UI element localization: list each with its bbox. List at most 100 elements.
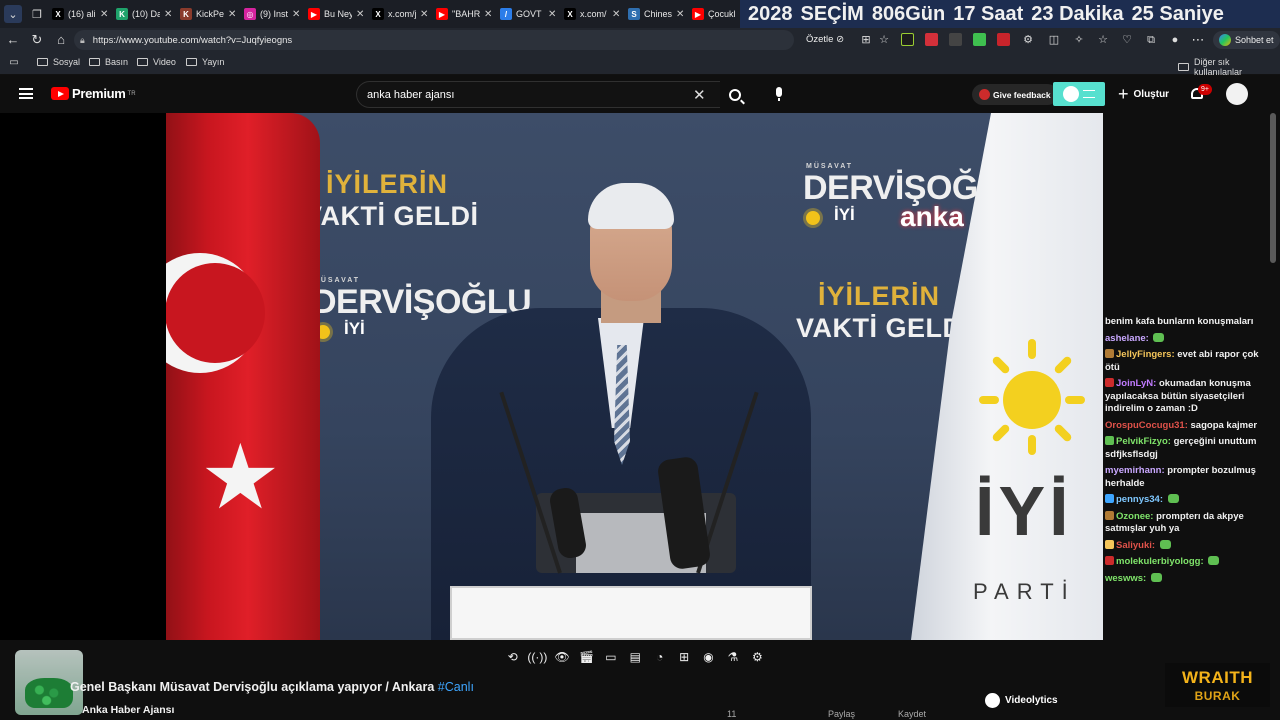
tab-close-icon[interactable]: ✕ [676,9,684,20]
collections-icon[interactable]: ⧉ [1143,32,1159,48]
chat-username[interactable]: molekulerbiyologg: [1116,556,1204,567]
tab-close-icon[interactable]: ✕ [612,9,620,20]
lab-icon[interactable]: ⚗ [725,650,740,664]
profile-avatar-icon[interactable]: ● [1167,32,1183,48]
star-icon[interactable]: ☆ [876,32,892,48]
tab-close-icon[interactable]: ✕ [548,9,556,20]
extension-toggle[interactable] [1053,82,1105,106]
audio-wave-icon[interactable]: ((·)) [527,650,547,664]
browser-tab[interactable]: ◎ (9) Inst ✕ [244,4,300,24]
picture-in-picture-icon[interactable]: ⊞ [676,650,691,664]
chat-username[interactable]: PelvikFizyo: [1116,436,1171,447]
extension-2-icon[interactable] [925,33,938,46]
summarize-button[interactable]: Özetle ⊘ [806,34,844,45]
crop-icon[interactable]: ▭ [603,650,618,664]
video-player[interactable]: İYİLERİN VAKTİ GELDİ MÜSAVAT DERVİŞOĞLU … [166,113,1103,640]
videolytics-button[interactable]: Videolytics [985,693,1058,708]
voice-search-icon[interactable] [772,87,786,103]
browser-tab[interactable]: Xx.com/j ✕ [372,4,428,24]
backdrop-iyi: İYİ [344,319,365,338]
browser-tab[interactable]: S Chines ✕ [628,4,684,24]
youtube-logo[interactable]: Premium TR [51,86,136,101]
clear-search-icon[interactable]: ✕ [693,86,706,104]
create-button[interactable]: + Oluştur [1118,85,1170,103]
menu-icon[interactable] [19,88,33,99]
browser-tab[interactable]: ▶ Bu Ney ✕ [308,4,364,24]
search-button[interactable] [720,81,750,108]
browser-tab[interactable]: K KickPe ✕ [180,4,236,24]
collections-toggle-icon[interactable]: ▭ [6,55,22,71]
account-avatar[interactable] [1226,83,1248,105]
chat-username[interactable]: JoinLyN: [1116,378,1156,389]
browser-tab[interactable]: / GOVT ✕ [500,4,556,24]
theater-icon[interactable]: ▤ [628,650,643,664]
tab-favicon-icon: K [180,8,192,20]
favorites-icon[interactable]: ☆ [1095,32,1111,48]
extension-3-icon[interactable] [949,33,962,46]
extension-4-icon[interactable] [973,33,986,46]
tab-close-icon[interactable]: ✕ [420,9,428,20]
chat-username[interactable]: Saliyuki: [1116,540,1155,551]
speed-icon[interactable]: ◔ [652,650,667,664]
tab-close-icon[interactable]: ✕ [100,9,108,20]
bookmark-folder-yayin[interactable]: Yayın [186,57,224,67]
workspaces-icon[interactable]: ❐ [28,5,46,23]
bookmark-folder-basin[interactable]: Basın [89,57,128,67]
chat-username[interactable]: Ozonee: [1116,511,1153,522]
browser-tab[interactable]: Xx.com/ ✕ [564,4,620,24]
page-scrollbar[interactable] [1270,113,1276,263]
chat-username[interactable]: JellyFingers: [1116,349,1175,360]
notification-count-badge: 9+ [1198,84,1212,95]
reader-icon[interactable]: ⊞ [858,32,874,48]
browser-tab[interactable]: ▶ "BAHR ✕ [436,4,492,24]
extensions-icon[interactable]: ⚙ [1020,32,1036,48]
share-button[interactable]: Paylaş [828,709,855,719]
copilot-chat-button[interactable]: Sohbet et [1213,31,1280,49]
loop-icon[interactable]: ⟲ [505,650,520,664]
chat-badge-icon [1105,556,1114,565]
chat-username[interactable]: OrospuCocugu31: [1105,420,1188,431]
backdrop-iyi-2: İYİ [834,205,855,224]
live-hashtag[interactable]: #Canlı [438,680,474,694]
browser-tab[interactable]: K (10) Da ✕ [116,4,172,24]
settings-icon[interactable]: ⚙ [750,650,765,664]
create-label: Oluştur [1133,88,1170,100]
backdrop-dervisoglu: DERVİŞOĞLU [312,283,532,321]
bookmark-folder-video[interactable]: Video [137,57,176,67]
browser-essentials-icon[interactable]: ♡ [1119,32,1135,48]
address-bar[interactable]: 🔒︎ https://www.youtube.com/watch?v=Juqfy… [74,30,794,50]
bookmark-folder-sosyal[interactable]: Sosyal [37,57,80,67]
browser-tab[interactable]: ▶ Çocukl [692,4,736,24]
more-icon[interactable]: ⋯ [1190,32,1206,48]
tab-actions-icon[interactable]: ⌄ [4,5,22,23]
other-bookmarks[interactable]: Diğer sık kullanılanlar [1178,57,1280,77]
extension-5-icon[interactable] [997,33,1010,46]
tab-close-icon[interactable]: ✕ [228,9,236,20]
tab-favicon-icon: X [52,8,64,20]
tab-close-icon[interactable]: ✕ [292,9,300,20]
tab-close-icon[interactable]: ✕ [164,9,172,20]
home-icon[interactable]: ⌂ [53,32,69,48]
give-feedback-button[interactable]: Give feedback [972,84,1058,105]
like-count[interactable]: 11 [727,709,736,719]
save-button[interactable]: Kaydet [898,709,926,719]
chat-username[interactable]: weswws: [1105,573,1146,584]
back-icon[interactable]: ← [5,32,21,48]
chat-username[interactable]: pennys34: [1116,494,1163,505]
extension-1-icon[interactable] [901,33,914,46]
chat-username[interactable]: ashelane: [1105,333,1149,344]
channel-name[interactable]: Anka Haber Ajansı [82,704,174,716]
tab-close-icon[interactable]: ✕ [484,9,492,20]
browser-tab[interactable]: X (16) ali ✕ [52,4,108,24]
chat-username[interactable]: myemirhann: [1105,465,1165,476]
refresh-icon[interactable]: ↻ [29,32,45,48]
screenshot-icon[interactable]: ◉ [701,650,716,664]
turkish-flag: ★ [166,113,320,640]
search-input[interactable]: anka haber ajansı [356,81,720,108]
tab-close-icon[interactable]: ✕ [356,9,364,20]
favorites-bar-icon[interactable]: ✧ [1071,32,1087,48]
clapper-icon[interactable]: 🎬︎ [579,650,594,664]
split-screen-icon[interactable]: ◫ [1046,32,1062,48]
folder-icon [186,58,197,66]
watch-icon[interactable]: 👁︎ [554,650,569,664]
